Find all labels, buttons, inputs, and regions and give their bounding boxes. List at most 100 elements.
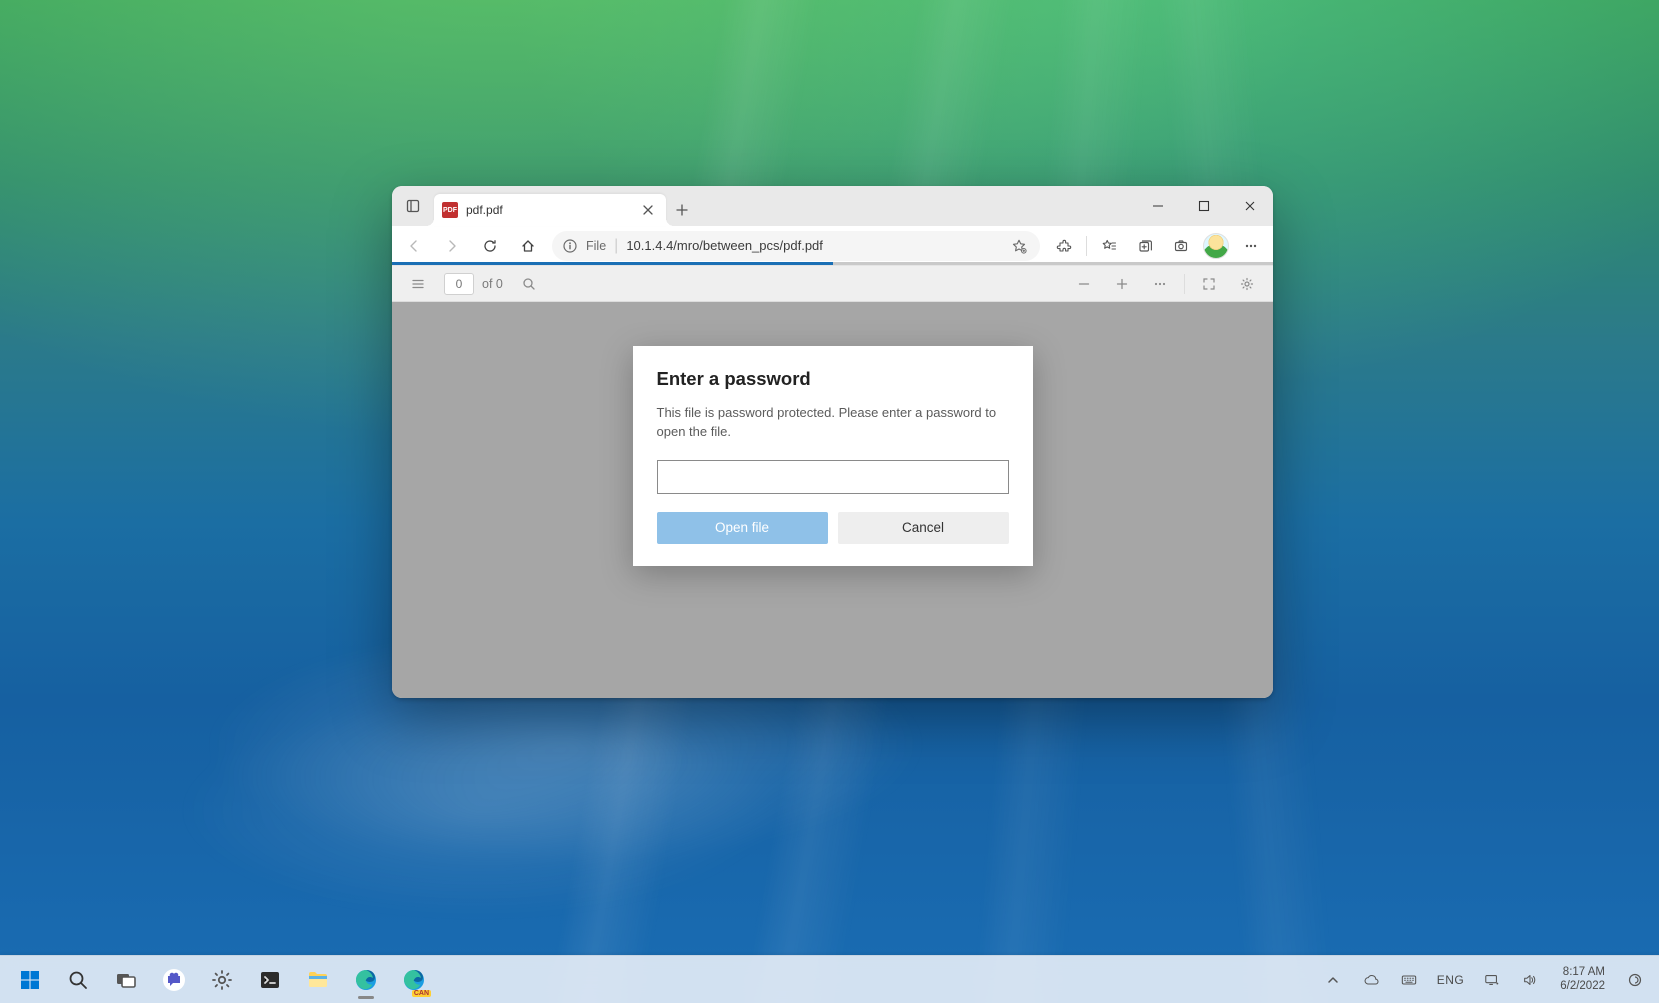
add-favorite-button[interactable] bbox=[1004, 230, 1034, 262]
more-horizontal-icon bbox=[1243, 238, 1259, 254]
pdf-viewer-area: Enter a password This file is password p… bbox=[392, 302, 1273, 698]
taskbar-file-explorer-button[interactable] bbox=[296, 960, 340, 1000]
focus-icon bbox=[1627, 972, 1643, 988]
tray-volume-button[interactable] bbox=[1514, 962, 1546, 998]
search-icon bbox=[66, 968, 90, 992]
taskbar-chat-button[interactable] bbox=[152, 960, 196, 1000]
expand-icon bbox=[1201, 276, 1217, 292]
tray-network-button[interactable] bbox=[1476, 962, 1508, 998]
window-maximize-button[interactable] bbox=[1181, 186, 1227, 226]
tab-close-button[interactable] bbox=[638, 200, 658, 220]
system-tray: ENG 8:17 AM 6/2/2022 bbox=[1317, 962, 1651, 998]
favorites-button[interactable] bbox=[1091, 230, 1127, 262]
taskbar-task-view-button[interactable] bbox=[104, 960, 148, 1000]
tray-notifications-button[interactable] bbox=[1619, 962, 1651, 998]
pdf-separator bbox=[1184, 274, 1185, 294]
pdf-contents-button[interactable] bbox=[400, 268, 436, 300]
pdf-page-input[interactable] bbox=[444, 273, 474, 295]
close-icon bbox=[640, 202, 656, 218]
cancel-button[interactable]: Cancel bbox=[838, 512, 1009, 544]
taskbar-terminal-button[interactable] bbox=[248, 960, 292, 1000]
collections-icon bbox=[1137, 238, 1153, 254]
tray-onedrive-button[interactable] bbox=[1355, 962, 1387, 998]
settings-more-button[interactable] bbox=[1233, 230, 1269, 262]
tray-clock[interactable]: 8:17 AM 6/2/2022 bbox=[1552, 966, 1613, 992]
search-icon bbox=[521, 276, 537, 292]
nav-forward-button[interactable] bbox=[434, 230, 470, 262]
loading-progress-track bbox=[392, 262, 1273, 265]
speaker-icon bbox=[1522, 972, 1538, 988]
home-icon bbox=[520, 238, 536, 254]
plus-icon bbox=[674, 202, 690, 218]
profile-avatar[interactable] bbox=[1203, 233, 1229, 259]
nav-back-button[interactable] bbox=[396, 230, 432, 262]
taskbar-settings-button[interactable] bbox=[200, 960, 244, 1000]
taskbar-search-button[interactable] bbox=[56, 960, 100, 1000]
nav-refresh-button[interactable] bbox=[472, 230, 508, 262]
arrow-right-icon bbox=[444, 238, 460, 254]
gear-icon bbox=[210, 968, 234, 992]
toolbar-separator bbox=[1086, 236, 1087, 256]
pdf-zoom-in-button[interactable] bbox=[1104, 268, 1140, 300]
pdf-toolbar: of 0 bbox=[392, 266, 1273, 302]
pdf-fullscreen-button[interactable] bbox=[1191, 268, 1227, 300]
pdf-settings-button[interactable] bbox=[1229, 268, 1265, 300]
terminal-icon bbox=[258, 968, 282, 992]
browser-tab[interactable]: PDF pdf.pdf bbox=[434, 194, 666, 226]
tray-overflow-button[interactable] bbox=[1317, 962, 1349, 998]
open-file-button[interactable]: Open file bbox=[657, 512, 828, 544]
dialog-message: This file is password protected. Please … bbox=[657, 404, 1009, 442]
taskbar-edge-button[interactable] bbox=[344, 960, 388, 1000]
gear-icon bbox=[1239, 276, 1255, 292]
edge-icon bbox=[354, 968, 378, 992]
browser-toolbar: File | 10.1.4.4/mro/between_pcs/pdf.pdf bbox=[392, 226, 1273, 266]
window-close-button[interactable] bbox=[1227, 186, 1273, 226]
url-scheme-label: File bbox=[586, 239, 606, 253]
pdf-more-button[interactable] bbox=[1142, 268, 1178, 300]
tab-title: pdf.pdf bbox=[466, 203, 630, 217]
arrow-left-icon bbox=[406, 238, 422, 254]
maximize-icon bbox=[1196, 198, 1212, 214]
refresh-icon bbox=[482, 238, 498, 254]
password-input[interactable] bbox=[657, 460, 1009, 494]
chevron-up-icon bbox=[1325, 972, 1341, 988]
minus-icon bbox=[1076, 276, 1092, 292]
browser-window: PDF pdf.pdf bbox=[392, 186, 1273, 698]
keyboard-icon bbox=[1401, 972, 1417, 988]
puzzle-icon bbox=[1056, 238, 1072, 254]
dialog-title: Enter a password bbox=[657, 368, 1009, 390]
taskbar-start-button[interactable] bbox=[8, 960, 52, 1000]
tray-date: 6/2/2022 bbox=[1560, 980, 1605, 993]
monitor-network-icon bbox=[1484, 972, 1500, 988]
more-horizontal-icon bbox=[1152, 276, 1168, 292]
password-dialog: Enter a password This file is password p… bbox=[633, 346, 1033, 566]
task-view-icon bbox=[114, 968, 138, 992]
pdf-file-icon: PDF bbox=[442, 202, 458, 218]
edge-icon bbox=[402, 968, 426, 992]
tray-keyboard-button[interactable] bbox=[1393, 962, 1425, 998]
web-capture-button[interactable] bbox=[1163, 230, 1199, 262]
pdf-find-button[interactable] bbox=[511, 268, 547, 300]
extension-button[interactable] bbox=[1046, 230, 1082, 262]
cloud-icon bbox=[1363, 972, 1379, 988]
plus-icon bbox=[1114, 276, 1130, 292]
chat-bubble-icon bbox=[162, 968, 186, 992]
address-bar[interactable]: File | 10.1.4.4/mro/between_pcs/pdf.pdf bbox=[552, 231, 1040, 261]
loading-progress-fill bbox=[392, 262, 833, 265]
pdf-zoom-out-button[interactable] bbox=[1066, 268, 1102, 300]
site-info-icon[interactable] bbox=[562, 238, 578, 254]
tray-time: 8:17 AM bbox=[1560, 966, 1605, 979]
star-lines-icon bbox=[1101, 238, 1117, 254]
minimize-icon bbox=[1150, 198, 1166, 214]
tab-actions-icon bbox=[405, 198, 421, 214]
url-separator: | bbox=[614, 237, 618, 255]
folder-icon bbox=[306, 968, 330, 992]
canary-badge: CAN bbox=[412, 990, 431, 997]
tray-language[interactable]: ENG bbox=[1431, 973, 1471, 987]
window-minimize-button[interactable] bbox=[1135, 186, 1181, 226]
collections-button[interactable] bbox=[1127, 230, 1163, 262]
taskbar-edge-canary-button[interactable]: CAN bbox=[392, 960, 436, 1000]
camera-plus-icon bbox=[1173, 238, 1189, 254]
taskbar: CAN ENG 8:17 AM 6/2/2022 bbox=[0, 955, 1659, 1003]
nav-home-button[interactable] bbox=[510, 230, 546, 262]
